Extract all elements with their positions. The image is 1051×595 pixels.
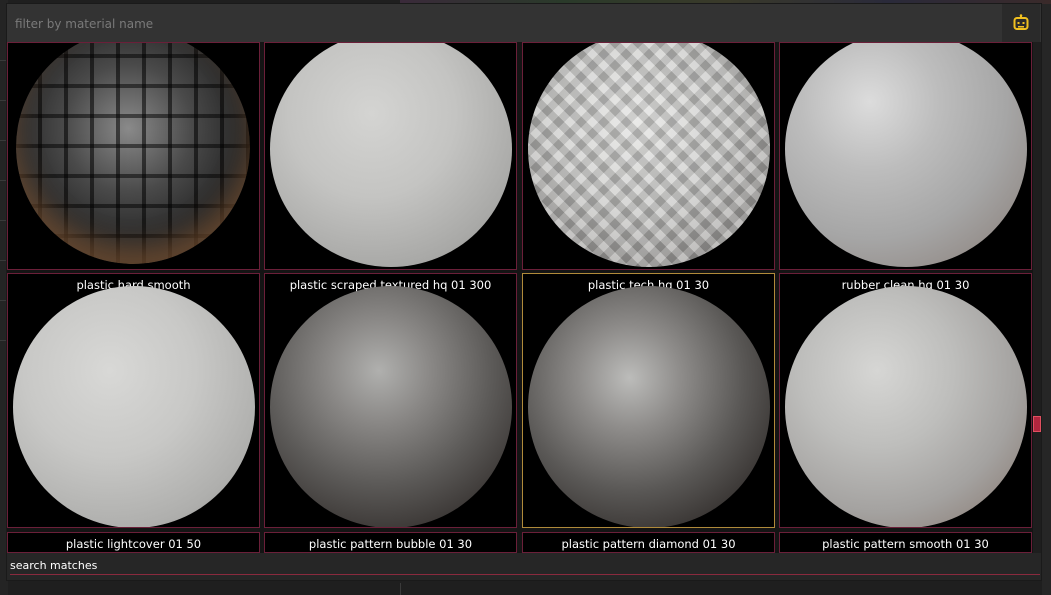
scrollbar-thumb[interactable]	[1033, 416, 1041, 432]
background-divider	[400, 583, 401, 595]
material-preview-sphere	[785, 286, 1027, 527]
material-tile[interactable]: rubber clean hq 01 30	[779, 273, 1032, 528]
material-preview-sphere	[528, 286, 770, 527]
material-preview-sphere	[13, 286, 255, 527]
material-preview-sphere	[270, 43, 512, 267]
material-tile[interactable]: plastic scraped textured hq 01 300	[264, 273, 517, 528]
material-grid: plastic hard smooth plastic scraped text…	[7, 42, 1033, 553]
grid-scrollbar[interactable]	[1033, 42, 1041, 553]
material-label: plastic pattern diamond 01 30	[561, 537, 736, 551]
search-bar	[7, 4, 1041, 42]
material-tile[interactable]: plastic hard smooth	[7, 273, 260, 528]
material-preview-sphere	[270, 286, 512, 527]
material-label: plastic lightcover 01 50	[65, 537, 202, 551]
material-tile[interactable]: plastic pattern bubble 01 30	[264, 532, 517, 553]
material-tile[interactable]	[779, 42, 1032, 270]
robot-icon	[1013, 14, 1029, 30]
material-label: plastic pattern smooth 01 30	[822, 537, 989, 551]
material-picker-popup: plastic hard smooth plastic scraped text…	[6, 3, 1042, 581]
status-underline	[10, 574, 1040, 575]
material-tile[interactable]: plastic pattern smooth 01 30	[779, 532, 1032, 553]
material-tile[interactable]: plastic pattern diamond 01 30	[522, 532, 775, 553]
material-tile[interactable]: plastic lightcover 01 50	[7, 532, 260, 553]
material-preview-sphere	[528, 43, 770, 267]
material-preview-sphere	[16, 43, 250, 264]
background-panel-right	[1042, 0, 1051, 595]
material-tile[interactable]	[264, 42, 517, 270]
assistant-button[interactable]	[1002, 4, 1040, 42]
status-bar: search matches	[7, 553, 1041, 580]
search-input[interactable]	[13, 13, 997, 35]
status-text: search matches	[10, 559, 98, 572]
material-tile[interactable]	[522, 42, 775, 270]
material-preview-sphere	[785, 43, 1027, 267]
material-tile-selected[interactable]: plastic tech hq 01 30	[522, 273, 775, 528]
material-label: plastic pattern bubble 01 30	[308, 537, 473, 551]
material-tile[interactable]	[7, 42, 260, 270]
